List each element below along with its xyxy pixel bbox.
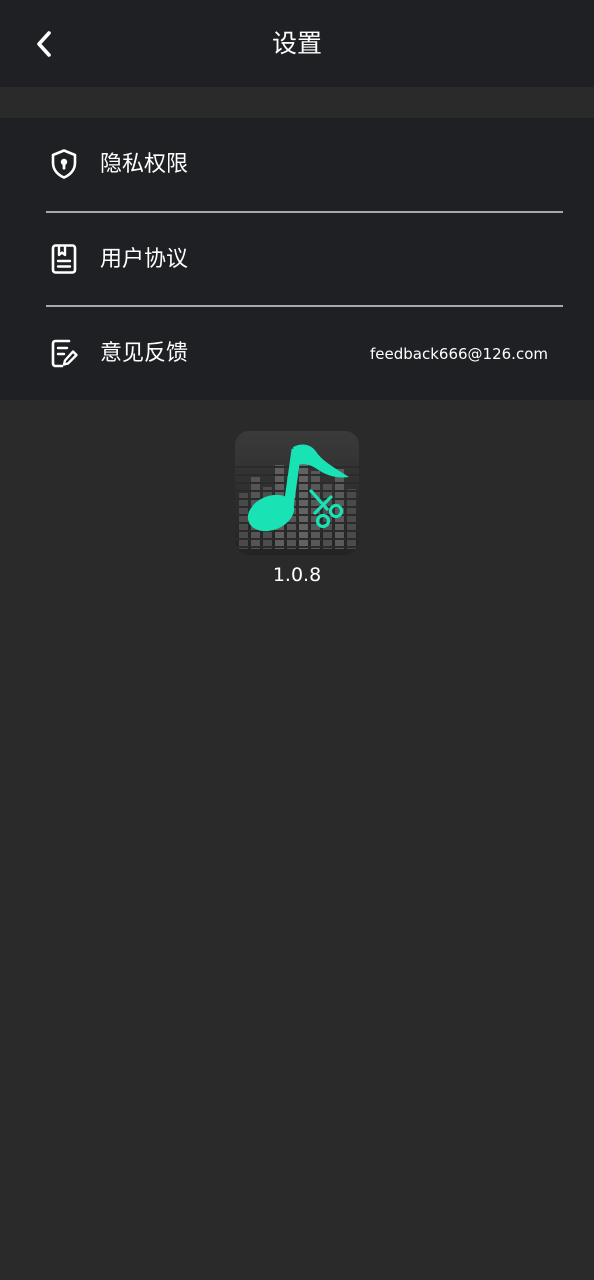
menu-item-feedback[interactable]: 意见反馈 feedback666@126.com [0, 307, 594, 400]
back-button[interactable] [26, 24, 62, 64]
chevron-left-icon [37, 31, 51, 57]
menu-item-label: 用户协议 [100, 247, 189, 272]
menu-item-user-agreement[interactable]: 用户协议 [0, 213, 594, 306]
settings-menu: 隐私权限 用户协议 意见反馈 feedback666@126.com [0, 118, 594, 400]
page-title: 设置 [271, 29, 322, 58]
document-bookmark-icon [48, 243, 80, 275]
top-bar: 设置 [0, 0, 594, 87]
menu-item-privacy[interactable]: 隐私权限 [0, 118, 594, 211]
feedback-email[interactable]: feedback666@126.com [370, 307, 548, 401]
section-spacer [0, 87, 594, 118]
menu-item-label: 隐私权限 [100, 152, 189, 177]
menu-item-label: 意见反馈 [100, 341, 189, 366]
music-note-scissors-icon [235, 431, 359, 555]
shield-lock-icon [48, 148, 80, 180]
app-version: 1.0.8 [272, 564, 322, 586]
edit-note-icon [48, 337, 80, 369]
